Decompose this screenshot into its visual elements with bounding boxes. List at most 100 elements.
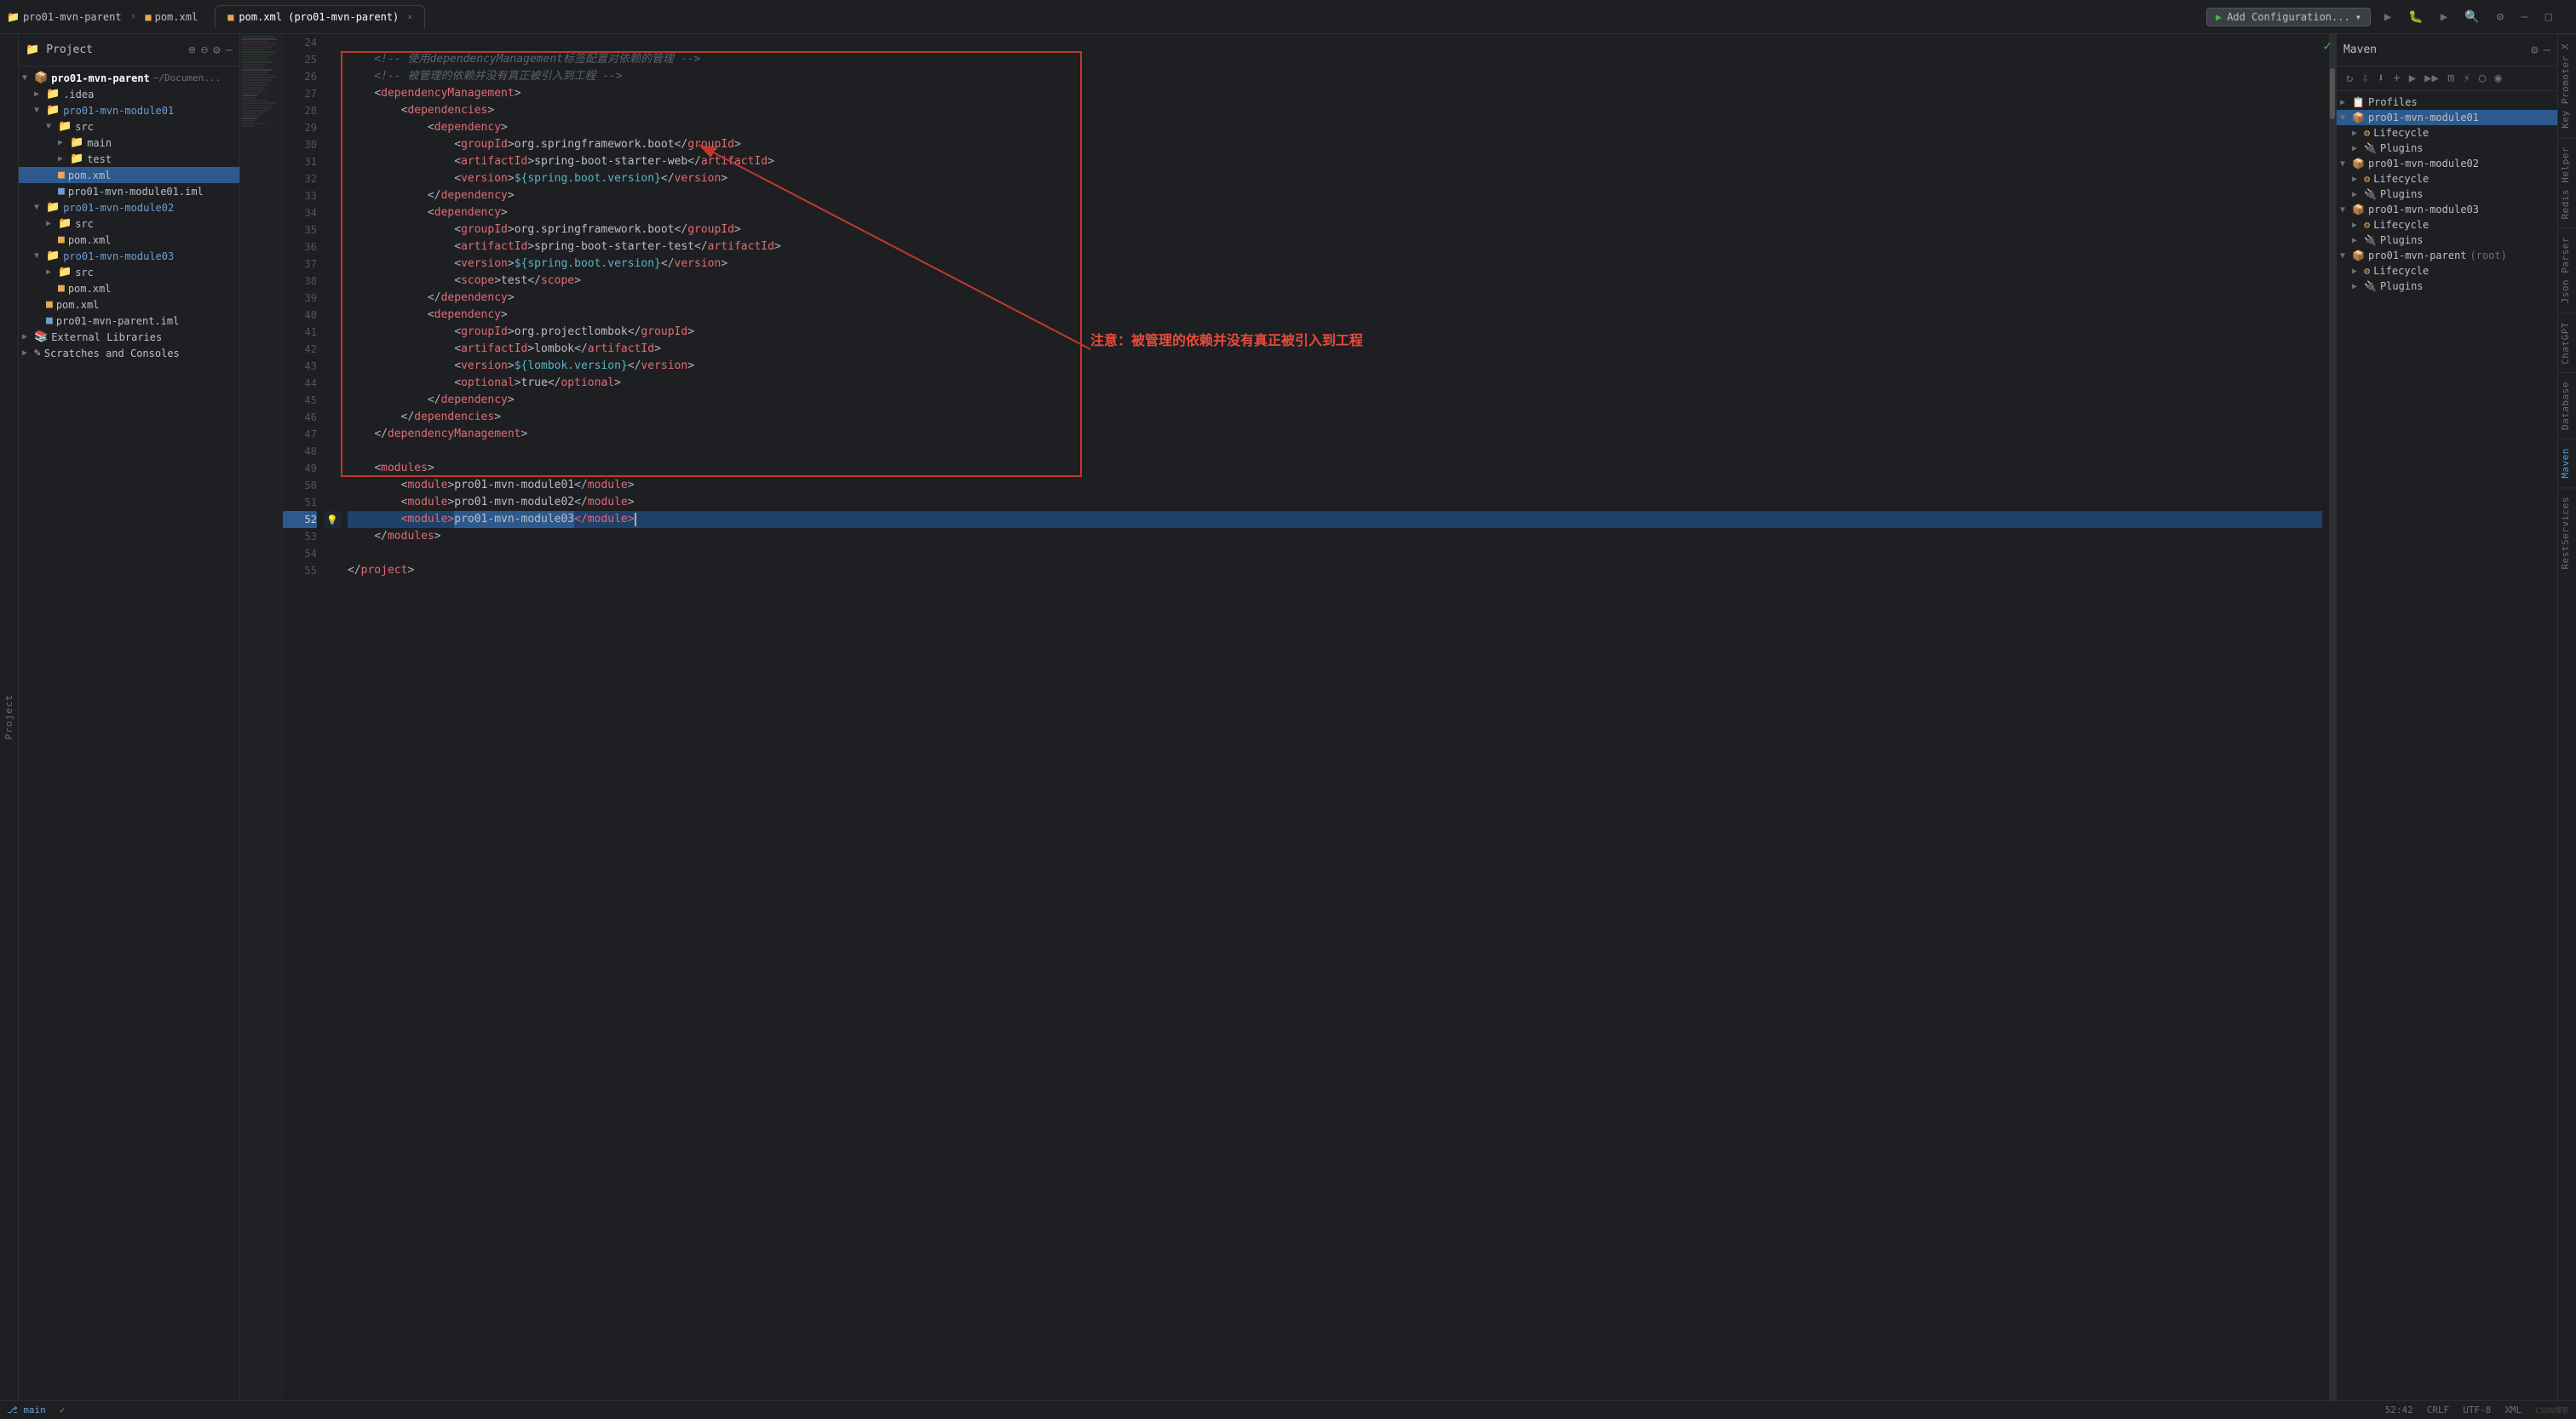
maven-item-plugins-parent[interactable]: ▶ 🔌 Plugins <box>2337 279 2557 294</box>
maven-item-profiles[interactable]: ▶ 📋 Profiles <box>2337 95 2557 110</box>
maven-label-lifecycle02: Lifecycle <box>2373 173 2429 185</box>
close-panel-btn[interactable]: — <box>226 43 233 57</box>
coverage-btn[interactable]: ▶ <box>2437 9 2451 26</box>
maven-lightning-btn[interactable]: ⚡ <box>2460 70 2472 87</box>
bulb-icon[interactable]: 💡 <box>326 514 338 526</box>
project-label: Project <box>3 694 14 739</box>
lifecycle-icon3: ⚙ <box>2364 219 2370 231</box>
maven-item-plugins03[interactable]: ▶ 🔌 Plugins <box>2337 233 2557 248</box>
tree-item-iml-parent[interactable]: ■ pro01-mvn-parent.iml <box>19 313 239 329</box>
code-line-30: <groupId>org.springframework.boot</group… <box>348 136 2322 153</box>
maximize-btn[interactable]: □ <box>2542 9 2556 26</box>
tab-bar: ■ pom.xml (pro01-mvn-parent) × <box>198 5 2206 28</box>
maven-item-module01[interactable]: ▼ 📦 pro01-mvn-module01 <box>2337 110 2557 125</box>
tab-maven[interactable]: Maven <box>2558 439 2576 487</box>
tree-item-ext-libs[interactable]: ▶ 📚 External Libraries <box>19 329 239 345</box>
code-line-24 <box>348 34 2322 51</box>
tab-database[interactable]: Database <box>2558 372 2576 439</box>
maven-settings-btn[interactable]: ⚙ <box>2531 43 2538 57</box>
git-branch[interactable]: ⎇ main <box>7 1405 46 1416</box>
tree-item-idea[interactable]: ▶ 📁 .idea <box>19 86 239 102</box>
code-line-43: <version>${lombok.version}</version> <box>348 358 2322 375</box>
xml-file-icon: ■ <box>58 169 65 181</box>
collapse-all-btn[interactable]: ⊖ <box>201 43 208 57</box>
maven-download2-btn[interactable]: ⬇ <box>2375 70 2387 87</box>
chevron-down-icon: ▾ <box>2355 11 2361 23</box>
tree-item-scratches[interactable]: ▶ ✎ Scratches and Consoles <box>19 345 239 361</box>
folder-icon: 📁 <box>7 11 20 23</box>
project-sidebar-label[interactable]: Project <box>0 34 19 1400</box>
tree-item-main[interactable]: ▶ 📁 main <box>19 135 239 151</box>
tab-redis-helper[interactable]: Redis Helper <box>2558 137 2576 227</box>
code-line-34: <dependency> <box>348 204 2322 221</box>
editor-tab-pom[interactable]: ■ pom.xml (pro01-mvn-parent) × <box>215 5 425 28</box>
maven-item-lifecycle02[interactable]: ▶ ⚙ Lifecycle <box>2337 171 2557 187</box>
tree-item-src01[interactable]: ▼ 📁 src <box>19 118 239 135</box>
code-line-54 <box>348 545 2322 562</box>
maven-item-module02[interactable]: ▼ 📦 pro01-mvn-module02 <box>2337 156 2557 171</box>
project-dropdown-icon: 📁 <box>26 43 39 56</box>
code-line-52: <module>pro01-mvn-module03</module> <box>348 511 2322 528</box>
tree-item-pom-parent[interactable]: ■ pom.xml <box>19 296 239 313</box>
scrollbar-vertical[interactable] <box>2329 34 2336 1400</box>
tab-json-parser[interactable]: Json Parser <box>2558 227 2576 312</box>
maven-item-parent-root[interactable]: ▼ 📦 pro01-mvn-parent (root) <box>2337 248 2557 263</box>
tab-key-promoter[interactable]: Key Promoter X <box>2558 34 2576 137</box>
maven-minimize-btn[interactable]: — <box>2544 43 2550 57</box>
tree-item-iml01[interactable]: ■ pro01-mvn-module01.iml <box>19 183 239 199</box>
maven-item-lifecycle03[interactable]: ▶ ⚙ Lifecycle <box>2337 217 2557 233</box>
tab-rest-services[interactable]: RestServices <box>2558 487 2576 577</box>
tab-chatgpt[interactable]: ChatGPT <box>2558 313 2576 373</box>
breadcrumb-file[interactable]: ■ pom.xml <box>145 11 198 23</box>
maven-filled-circle-btn[interactable]: ◉ <box>2492 70 2504 87</box>
code-line-49: <modules> <box>348 460 2322 477</box>
maven-item-lifecycle01[interactable]: ▶ ⚙ Lifecycle <box>2337 125 2557 141</box>
file-tree: ▼ 📦 pro01-mvn-parent ~/Documen... ▶ 📁 .i… <box>19 66 239 1400</box>
run-config-dropdown[interactable]: ▶ Add Configuration... ▾ <box>2206 8 2371 26</box>
line-endings[interactable]: CRLF <box>2427 1405 2450 1416</box>
project-panel: 📁 Project ⊕ ⊖ ⚙ — ▼ 📦 pro01-mvn-parent ~… <box>19 34 240 1400</box>
tree-item-module01[interactable]: ▼ 📁 pro01-mvn-module01 <box>19 102 239 118</box>
lang-indicator[interactable]: XML <box>2504 1405 2521 1416</box>
csdnimg-text: CSDN博客 <box>2535 1405 2569 1416</box>
code-line-25: <!-- 使用dependencyManagement标签配置对依赖的管理 --… <box>348 51 2322 68</box>
tree-item-src02[interactable]: ▶ 📁 src <box>19 215 239 232</box>
maven-item-module03[interactable]: ▼ 📦 pro01-mvn-module03 <box>2337 202 2557 217</box>
tree-item-test[interactable]: ▶ 📁 test <box>19 151 239 167</box>
maven-download-btn[interactable]: ⇩ <box>2359 70 2371 87</box>
profiles-icon: 📋 <box>2352 96 2365 108</box>
code-line-35: <groupId>org.springframework.boot</group… <box>348 221 2322 238</box>
settings-btn[interactable]: ⚙ <box>2493 9 2507 26</box>
debug-btn[interactable]: 🐛 <box>2405 9 2426 26</box>
maven-run-btn[interactable]: ▶ <box>2406 70 2418 87</box>
maven-refresh-btn[interactable]: ↻ <box>2343 70 2355 87</box>
maven-item-plugins02[interactable]: ▶ 🔌 Plugins <box>2337 187 2557 202</box>
maven-add-btn[interactable]: + <box>2390 70 2402 87</box>
tree-item-src03[interactable]: ▶ 📁 src <box>19 264 239 280</box>
tree-item-module03[interactable]: ▼ 📁 pro01-mvn-module03 <box>19 248 239 264</box>
search-everywhere-btn[interactable]: 🔍 <box>2461 9 2482 26</box>
gear-icon[interactable]: ⚙ <box>213 43 220 57</box>
maven-item-plugins01[interactable]: ▶ 🔌 Plugins <box>2337 141 2557 156</box>
tab-close-btn[interactable]: × <box>407 13 412 22</box>
tree-item-pom01[interactable]: ■ pom.xml <box>19 167 239 183</box>
tree-item-module02[interactable]: ▼ 📁 pro01-mvn-module02 <box>19 199 239 215</box>
tree-label: pro01-mvn-module02 <box>63 202 174 214</box>
tree-item-pro01-mvn-parent[interactable]: ▼ 📦 pro01-mvn-parent ~/Documen... <box>19 70 239 86</box>
gutter: 💡 <box>324 34 341 1400</box>
maven-panel-title: Maven <box>2343 43 2377 56</box>
right-side-tabs: Key Promoter X Redis Helper Json Parser … <box>2557 34 2576 1400</box>
minimize-btn[interactable]: — <box>2517 9 2531 26</box>
code-view[interactable]: 注意：被管理的依赖并没有真正被引入到工程 <!-- 使用dependencyMa… <box>341 34 2329 1400</box>
maven-label-lifecycle03: Lifecycle <box>2373 219 2429 231</box>
breadcrumb-project[interactable]: 📁 pro01-mvn-parent <box>7 11 122 23</box>
maven-item-lifecycle-parent[interactable]: ▶ ⚙ Lifecycle <box>2337 263 2557 279</box>
encoding[interactable]: UTF-8 <box>2463 1405 2491 1416</box>
maven-m-btn[interactable]: m <box>2445 70 2457 87</box>
tree-item-pom02[interactable]: ■ pom.xml <box>19 232 239 248</box>
maven-skip-btn[interactable]: ▶▶ <box>2422 70 2441 87</box>
tree-item-pom03[interactable]: ■ pom.xml <box>19 280 239 296</box>
run-btn[interactable]: ▶ <box>2381 9 2395 26</box>
expand-all-btn[interactable]: ⊕ <box>188 43 195 57</box>
maven-circle-btn[interactable]: ○ <box>2476 70 2488 87</box>
